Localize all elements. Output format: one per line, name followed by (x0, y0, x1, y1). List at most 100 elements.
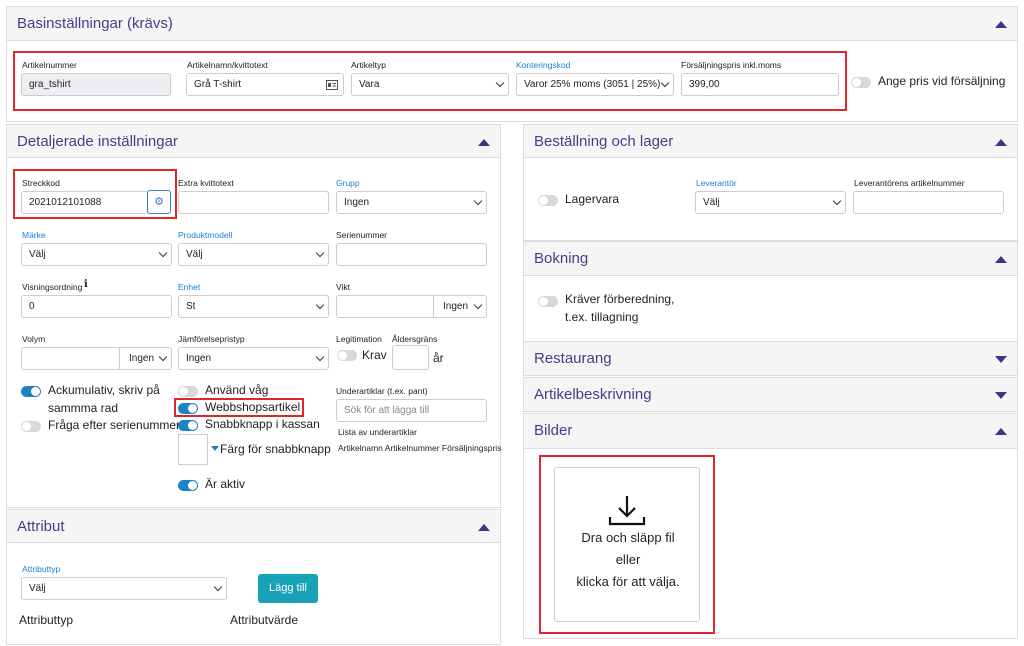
brand-value: Välj (29, 249, 46, 260)
name-label: Artikelnamn/kvittotext (187, 60, 268, 70)
accumulative-label-1: Ackumulativ, skriv på (48, 383, 160, 397)
attributes-header[interactable]: Attribut (7, 510, 500, 543)
volume-unit-select[interactable]: Ingen (119, 347, 172, 370)
require-id-toggle[interactable] (337, 350, 357, 361)
restaurant-header[interactable]: Restaurang (524, 342, 1017, 375)
years-label: år (433, 351, 444, 365)
panel-title: Bokning (534, 250, 589, 267)
account-value: Varor 25% moms (3051 | 25%) (524, 79, 661, 90)
accumulative-toggle[interactable] (21, 386, 41, 397)
model-label[interactable]: Produktmodell (178, 230, 232, 240)
chevron-down-icon (473, 196, 483, 206)
chevron-down-icon (660, 78, 670, 88)
dropzone-text-3: klicka för att välja. (576, 574, 680, 589)
description-header[interactable]: Artikelbeskrivning (524, 378, 1017, 411)
chevron-up-icon[interactable] (995, 21, 1007, 28)
weight-unit-select[interactable]: Ingen (433, 295, 487, 318)
age-limit-label: Åldersgräns (392, 334, 438, 344)
chevron-up-icon[interactable] (995, 139, 1007, 146)
serial-field[interactable] (336, 243, 487, 266)
chevron-up-icon[interactable] (478, 524, 490, 531)
model-select[interactable]: Välj (178, 243, 329, 266)
legitimation-label: Legitimation (336, 334, 382, 344)
price-label: Försäljningspris inkl.moms (681, 60, 782, 70)
age-limit-field[interactable] (392, 345, 429, 370)
chevron-down-icon (158, 352, 168, 362)
id-card-icon[interactable] (326, 80, 338, 90)
supplier-select[interactable]: Välj (695, 191, 846, 214)
artnr-field[interactable]: gra_tshirt (21, 73, 171, 96)
volume-field[interactable] (21, 347, 120, 370)
name-value: Grå T-shirt (194, 79, 242, 90)
type-select[interactable]: Vara (351, 73, 509, 96)
group-label[interactable]: Grupp (336, 178, 360, 188)
stock-item-toggle[interactable] (538, 195, 558, 206)
account-label[interactable]: Konteringskod (516, 60, 570, 70)
set-price-label: Ange pris vid försäljning (878, 74, 1006, 88)
compare-price-label: Jämförelsepristyp (178, 334, 245, 344)
subitems-columns: Artikelnamn Artikelnummer Försäljningspr… (338, 443, 502, 453)
images-header[interactable]: Bilder (524, 414, 1017, 449)
attribute-value-column: Attributvärde (230, 613, 299, 627)
caret-down-icon[interactable] (211, 446, 219, 451)
attribute-type-select[interactable]: Välj (21, 577, 227, 600)
quick-button-toggle[interactable] (178, 420, 198, 431)
name-field[interactable]: Grå T-shirt (186, 73, 344, 96)
quick-color-swatch[interactable] (178, 434, 208, 465)
detailed-settings-header[interactable]: Detaljerade inställningar (7, 125, 500, 158)
order-stock-header[interactable]: Beställning och lager (524, 125, 1017, 158)
chevron-down-icon (315, 352, 325, 362)
display-order-field[interactable]: 0 (21, 295, 172, 318)
description-panel[interactable]: Artikelbeskrivning (523, 377, 1018, 412)
supplier-artnr-field[interactable] (853, 191, 1004, 214)
attribute-type-label[interactable]: Attributtyp (22, 564, 60, 574)
chevron-up-icon[interactable] (995, 428, 1007, 435)
panel-title: Basinställningar (krävs) (17, 15, 173, 32)
chevron-up-icon[interactable] (478, 139, 490, 146)
compare-price-value: Ingen (186, 353, 212, 364)
chevron-up-icon[interactable] (995, 256, 1007, 263)
chevron-down-icon (315, 300, 325, 310)
panel-title: Attribut (17, 518, 65, 535)
requires-prep-label-1: Kräver förberedning, (565, 292, 675, 306)
brand-select[interactable]: Välj (21, 243, 172, 266)
supplier-label[interactable]: Leverantör (696, 178, 737, 188)
subitems-search-input[interactable]: Sök för att lägga till (336, 399, 487, 422)
compare-price-select[interactable]: Ingen (178, 347, 329, 370)
barcode-field[interactable]: 2021012101088 (21, 191, 148, 214)
image-dropzone[interactable]: Dra och släpp fil eller klicka för att v… (554, 467, 700, 622)
chevron-down-icon[interactable] (995, 356, 1007, 363)
weight-unit-value: Ingen (443, 301, 469, 312)
webshop-toggle[interactable] (178, 403, 198, 414)
panel-title: Bilder (534, 422, 573, 439)
requires-prep-toggle[interactable] (538, 296, 558, 307)
price-field[interactable]: 399,00 (681, 73, 839, 96)
gears-icon[interactable]: ⚙ (147, 190, 171, 214)
supplier-value: Välj (703, 197, 720, 208)
brand-label[interactable]: Märke (22, 230, 46, 240)
chevron-down-icon (473, 300, 483, 310)
active-toggle[interactable] (178, 480, 198, 491)
account-select[interactable]: Varor 25% moms (3051 | 25%) (516, 73, 674, 96)
dropzone-text-2: eller (615, 552, 641, 567)
ask-serial-toggle[interactable] (21, 421, 41, 432)
weight-field[interactable] (336, 295, 434, 318)
panel-title: Beställning och lager (534, 133, 674, 150)
use-scale-toggle[interactable] (178, 386, 198, 397)
set-price-toggle[interactable] (851, 77, 871, 88)
info-icon[interactable]: i (84, 279, 88, 290)
requires-prep-label-2: t.ex. tillagning (565, 310, 639, 324)
add-attribute-button[interactable]: Lägg till (258, 574, 318, 603)
basic-settings-header[interactable]: Basinställningar (krävs) (7, 7, 1017, 41)
download-icon (608, 496, 646, 526)
display-order-label: Visningsordning (22, 282, 83, 292)
unit-select[interactable]: St (178, 295, 329, 318)
use-scale-label: Använd våg (205, 383, 269, 397)
group-select[interactable]: Ingen (336, 191, 487, 214)
unit-label[interactable]: Enhet (178, 282, 200, 292)
serial-label: Serienummer (336, 230, 388, 240)
extra-receipt-field[interactable] (178, 191, 329, 214)
chevron-down-icon[interactable] (995, 392, 1007, 399)
booking-header[interactable]: Bokning (524, 242, 1017, 276)
restaurant-panel[interactable]: Restaurang (523, 341, 1018, 376)
